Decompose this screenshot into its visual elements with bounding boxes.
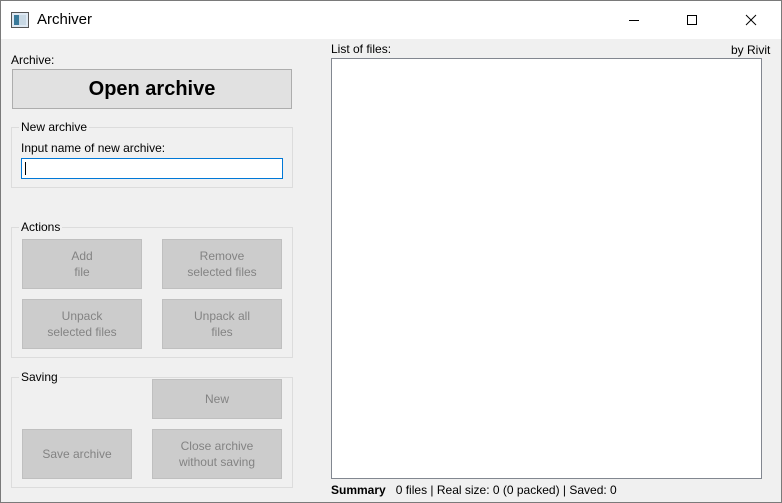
remove-selected-label-line2: selected files: [187, 265, 257, 279]
new-archive-name-label: Input name of new archive:: [21, 141, 166, 155]
unpack-all-files-button[interactable]: Unpack all files: [162, 299, 282, 349]
list-of-files-label: List of files:: [331, 42, 392, 56]
remove-selected-label-line1: Remove: [199, 249, 245, 263]
add-file-button[interactable]: Add file: [22, 239, 142, 289]
summary-label: Summary: [331, 483, 386, 497]
save-archive-label: Save archive: [42, 447, 112, 461]
summary-bar: Summary 0 files | Real size: 0 (0 packed…: [331, 483, 617, 497]
open-archive-button[interactable]: Open archive: [12, 69, 292, 109]
new-archive-group-title: New archive: [19, 120, 90, 134]
remove-selected-files-button[interactable]: Remove selected files: [162, 239, 282, 289]
unpack-selected-files-button[interactable]: Unpack selected files: [22, 299, 142, 349]
author-label: by Rivit: [731, 43, 771, 57]
archiver-window: Archiver Archive: Open archive New archi…: [0, 0, 782, 503]
close-without-saving-label-line2: without saving: [178, 455, 256, 469]
close-icon: [745, 14, 757, 26]
close-without-saving-label-line1: Close archive: [180, 439, 254, 453]
open-archive-label: Open archive: [88, 78, 216, 100]
add-file-label-line2: file: [74, 265, 90, 279]
file-list[interactable]: [331, 58, 762, 479]
maximize-button[interactable]: [662, 1, 722, 39]
minimize-button[interactable]: [604, 1, 664, 39]
new-button-label: New: [204, 392, 229, 406]
minimize-icon: [629, 20, 639, 21]
saving-group-title: Saving: [19, 370, 60, 384]
unpack-selected-label-line2: selected files: [47, 325, 117, 339]
new-button[interactable]: New: [152, 379, 282, 419]
actions-group-title: Actions: [19, 220, 63, 234]
save-archive-button[interactable]: Save archive: [22, 429, 132, 479]
app-icon: [11, 12, 29, 28]
new-archive-name-input[interactable]: [21, 158, 283, 179]
unpack-all-label-line2: files: [211, 325, 233, 339]
unpack-all-label-line1: Unpack all: [193, 309, 251, 323]
add-file-label-line1: Add: [71, 249, 93, 263]
close-without-saving-button[interactable]: Close archive without saving: [152, 429, 282, 479]
unpack-selected-label-line1: Unpack: [61, 309, 103, 323]
maximize-icon: [687, 15, 697, 25]
text-caret: [25, 162, 26, 175]
window-title: Archiver: [37, 11, 93, 28]
summary-text: 0 files | Real size: 0 (0 packed) | Save…: [395, 483, 617, 497]
title-bar[interactable]: Archiver: [1, 1, 781, 39]
close-button[interactable]: [721, 1, 781, 39]
archive-label: Archive:: [11, 53, 55, 67]
